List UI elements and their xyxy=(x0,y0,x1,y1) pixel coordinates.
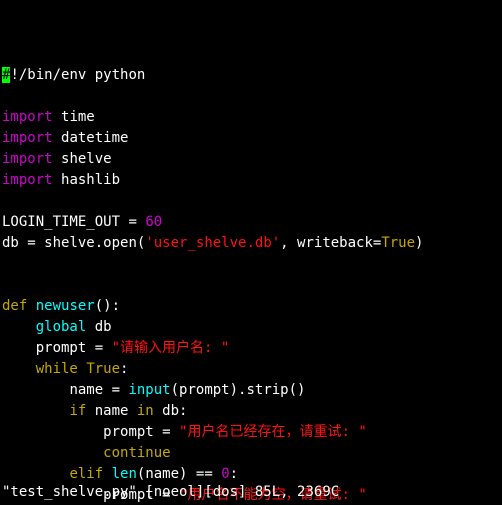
op-eq: = xyxy=(120,214,145,230)
kw-while: while xyxy=(36,361,78,377)
kw-if: if xyxy=(69,403,86,419)
status-flags: [noeol][dos] xyxy=(137,484,255,500)
status-bytes: 2369C xyxy=(297,484,339,500)
if-cond-mid: name xyxy=(86,403,137,419)
op-eq: = xyxy=(19,235,44,251)
var-prompt: prompt xyxy=(103,424,154,440)
colon: : xyxy=(230,466,238,482)
import-module: shelve xyxy=(61,151,112,167)
global-target: db xyxy=(86,319,111,335)
kw-in: in xyxy=(137,403,154,419)
string-literal: "请输入用户名: " xyxy=(112,340,230,356)
status-lines: 85L, xyxy=(255,484,297,500)
colon: : xyxy=(120,361,128,377)
elif-pre xyxy=(103,466,111,482)
builtin-input: input xyxy=(128,382,170,398)
shebang-rest: !/bin/env python xyxy=(10,67,145,83)
number-literal: 0 xyxy=(221,466,229,482)
op-eq: = xyxy=(154,424,179,440)
kw-continue: continue xyxy=(103,445,170,461)
string-literal: 'user_shelve.db' xyxy=(145,235,280,251)
var-name: name xyxy=(69,382,103,398)
if-cond-end: db: xyxy=(154,403,188,419)
kw-global: global xyxy=(36,319,87,335)
const-name: LOGIN_TIME_OUT xyxy=(2,214,120,230)
var-name: db xyxy=(2,235,19,251)
fn-paren: (): xyxy=(95,298,120,314)
var-prompt: prompt xyxy=(36,340,87,356)
kw-true: True xyxy=(86,361,120,377)
builtin-len: len xyxy=(112,466,137,482)
import-module: hashlib xyxy=(61,172,120,188)
terminal-vim-editor[interactable]: #!/bin/env python import time import dat… xyxy=(0,0,502,505)
kw-import: import xyxy=(2,172,53,188)
code-area[interactable]: #!/bin/env python import time import dat… xyxy=(0,42,502,505)
call-shelve-open: shelve.open( xyxy=(44,235,145,251)
elif-post: (name) == xyxy=(137,466,221,482)
number-literal: 60 xyxy=(145,214,162,230)
function-name: newuser xyxy=(36,298,95,314)
string-literal: "用户名已经存在，请重试: " xyxy=(179,424,367,440)
input-rest: (prompt).strip() xyxy=(171,382,306,398)
kw-def: def xyxy=(2,298,27,314)
close-paren: ) xyxy=(415,235,423,251)
kw-import: import xyxy=(2,109,53,125)
kw-true: True xyxy=(381,235,415,251)
kw-import: import xyxy=(2,130,53,146)
kw-import: import xyxy=(2,151,53,167)
vim-status-line: "test_shelve.py" [noeol][dos] 85L, 2369C xyxy=(2,482,339,503)
import-module: datetime xyxy=(61,130,128,146)
import-module: time xyxy=(61,109,95,125)
kw-elif: elif xyxy=(69,466,103,482)
op-eq: = xyxy=(86,340,111,356)
kwarg-writeback: , writeback= xyxy=(280,235,381,251)
op-eq: = xyxy=(103,382,128,398)
status-filename: "test_shelve.py" xyxy=(2,484,137,500)
